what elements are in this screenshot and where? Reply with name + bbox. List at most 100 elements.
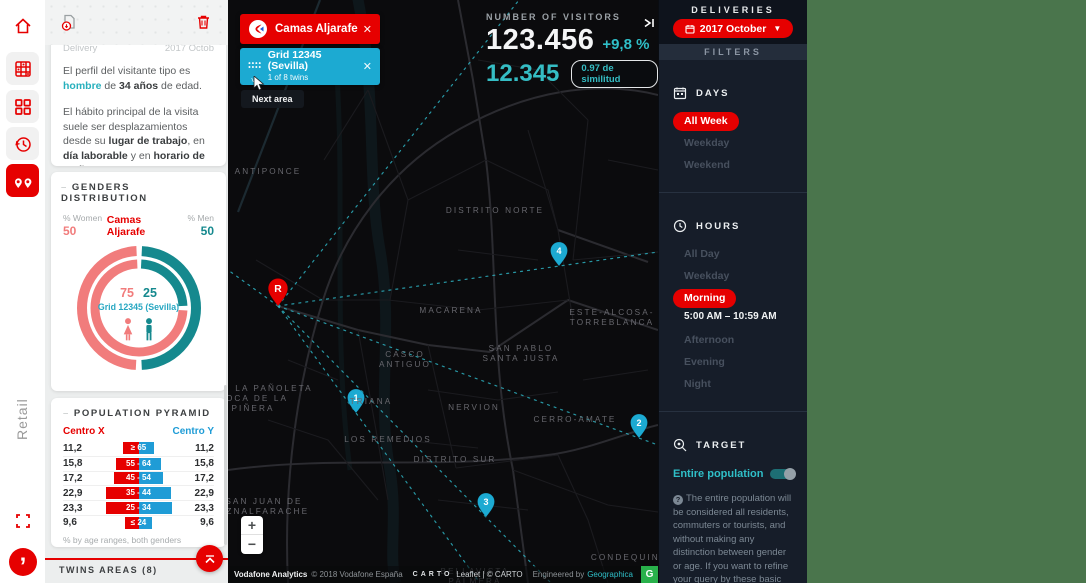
- home-icon[interactable]: [6, 9, 39, 42]
- zoom-in-button[interactable]: +: [241, 516, 263, 535]
- men-legend: % Men 50: [170, 213, 214, 238]
- filter-option-weekday[interactable]: Weekday: [673, 265, 807, 287]
- population-pyramid-card: –POPULATION PYRAMID Centro X Centro Y 11…: [51, 398, 226, 547]
- profile-paragraph: El hábito principal de la visita suele s…: [63, 105, 214, 166]
- twin-area-name: Grid 12345 (Sevilla): [268, 50, 363, 72]
- twins-areas-label: TWINS AREAS (8): [59, 565, 158, 575]
- pyramid-row: 17,245 - 5417,2: [63, 471, 214, 486]
- woman-icon: [120, 318, 136, 341]
- pyramid-row: 15,855 - 6415,8: [63, 456, 214, 471]
- toggle-knob: [784, 468, 796, 480]
- collapse-twins-areas-button[interactable]: [196, 545, 223, 572]
- filter-option-all-week[interactable]: All Week: [673, 110, 807, 132]
- map-pin-3[interactable]: 3: [478, 493, 495, 517]
- svg-text:3: 3: [483, 497, 488, 507]
- chevron-up-icon: [203, 553, 217, 565]
- district-label: MACARENA: [419, 306, 482, 316]
- engineered-by-label: Engineered by: [533, 570, 585, 579]
- filter-option-evening[interactable]: Evening: [673, 351, 807, 373]
- genders-donut-chart: 7525 Grid 12345 (Sevilla): [69, 238, 209, 384]
- map-pin-4[interactable]: 4: [551, 242, 568, 266]
- panel-scrollbar[interactable]: [224, 385, 227, 545]
- delivery-selector[interactable]: 2017 October ▼: [673, 19, 793, 38]
- collapse-panel-button[interactable]: [642, 16, 656, 35]
- inner-ring-area-name: Grid 12345 (Sevilla): [69, 302, 209, 312]
- close-icon[interactable]: ✕: [363, 60, 372, 73]
- district-label: LOS REMEDIOS: [344, 435, 432, 445]
- selected-area-chip[interactable]: Camas Aljarafe ✕: [240, 14, 380, 44]
- entire-population-row: Entire population: [673, 468, 795, 480]
- women-value: 50: [63, 224, 107, 238]
- calendar-icon: [685, 24, 695, 34]
- filter-option-morning[interactable]: Morning: [673, 287, 807, 309]
- map-attribution-bar: Vodafone Analytics © 2018 Vodafone Españ…: [228, 566, 658, 583]
- target-title: TARGET: [696, 440, 746, 451]
- history-icon: [13, 134, 33, 154]
- man-icon: [141, 318, 157, 341]
- filter-option-weekend[interactable]: Weekend: [673, 154, 807, 176]
- module-name-vertical: Retail: [14, 398, 30, 440]
- vodafone-logo[interactable]: ’: [9, 548, 37, 576]
- fullscreen-icon[interactable]: [6, 504, 39, 537]
- genders-distribution-card: –GENDERS DISTRIBUTION % Women 50 Camas A…: [51, 172, 226, 391]
- district-label: ESTE-ALCOSA-TORREBLANCA: [569, 308, 654, 328]
- fullscreen-icon: [14, 512, 32, 530]
- selected-area-name: Camas Aljarafe: [275, 23, 358, 35]
- svg-text:R: R: [274, 284, 282, 295]
- delivery-selector-value: 2017 October: [700, 23, 767, 35]
- entire-population-toggle[interactable]: [770, 469, 795, 479]
- visitors-count: 123.456: [486, 24, 594, 57]
- pyramid-row: 23,325 - 3423,3: [63, 500, 214, 515]
- district-label: SAN PABLOSANTA JUSTA: [483, 344, 560, 364]
- history-icon[interactable]: [6, 127, 39, 160]
- district-label: CERRO-AMATE: [534, 415, 617, 425]
- chevron-down-icon: ▼: [773, 24, 781, 33]
- map-pin-R[interactable]: R: [268, 278, 288, 306]
- visitors-title: NUMBER OF VISITORS: [486, 12, 658, 22]
- filter-option-all-day[interactable]: All Day: [673, 243, 807, 265]
- filter-option-afternoon[interactable]: Afternoon: [673, 329, 807, 351]
- panel-header: [45, 0, 228, 45]
- pyramid-row: 22,935 - 4422,9: [63, 485, 214, 500]
- export-document-icon: [60, 13, 79, 32]
- brand-logo-icon: [248, 19, 268, 39]
- svg-text:4: 4: [556, 246, 561, 256]
- map-pin-2[interactable]: 2: [631, 414, 648, 438]
- clock-icon: [673, 219, 687, 233]
- district-label: LA PAÑOLETA: [235, 384, 312, 394]
- close-icon[interactable]: ✕: [363, 23, 372, 36]
- trash-icon: [195, 13, 212, 31]
- pyramid-headers: Centro X Centro Y: [63, 426, 214, 437]
- modules-icon: [13, 97, 33, 117]
- district-label: ANTIPONCE: [235, 167, 302, 177]
- target-help-text: ?The entire population will be considere…: [673, 492, 795, 583]
- geographica-badge[interactable]: G: [641, 566, 658, 583]
- map-canvas[interactable]: R1234 ANTIPONCEDISTRITO NORTEMACARENACAS…: [228, 0, 658, 583]
- twins-icon[interactable]: [6, 164, 39, 197]
- filter-option-night[interactable]: Night: [673, 373, 807, 395]
- inner-men-value: 25: [143, 286, 157, 300]
- pyramid-footnote: % by age ranges, both genders: [63, 535, 214, 545]
- next-area-tooltip[interactable]: Next area: [241, 90, 304, 108]
- hours-section: HOURS All DayWeekdayMorning5:00 AM – 10:…: [659, 219, 807, 395]
- filter-option-weekday[interactable]: Weekday: [673, 132, 807, 154]
- hours-title: HOURS: [696, 221, 740, 232]
- carto-wordmark: CARTO: [413, 571, 453, 578]
- women-legend: % Women 50: [63, 213, 107, 238]
- women-label: % Women: [63, 213, 107, 223]
- twins-icon: [12, 172, 34, 190]
- leaflet-attribution[interactable]: Leaflet | © CARTO: [456, 570, 522, 579]
- outside-capture-area: [807, 0, 1086, 583]
- hours-options: All DayWeekdayMorning5:00 AM – 10:59 AMA…: [673, 243, 807, 395]
- target-section-header: TARGET: [673, 438, 807, 452]
- delete-button[interactable]: [191, 10, 215, 34]
- visitor-profile-card: Delivery 2017 Octob El perfil del visita…: [51, 35, 226, 166]
- geographica-link[interactable]: Geographica: [587, 570, 633, 579]
- attribution-copyright: © 2018 Vodafone España: [311, 570, 402, 579]
- planner-grid-icon[interactable]: [6, 52, 39, 85]
- modules-icon[interactable]: [6, 90, 39, 123]
- mouse-cursor-icon: [253, 76, 266, 91]
- pyramid-section-title: –POPULATION PYRAMID: [63, 408, 214, 419]
- export-report-button[interactable]: [57, 10, 81, 34]
- zoom-out-button[interactable]: −: [241, 535, 263, 554]
